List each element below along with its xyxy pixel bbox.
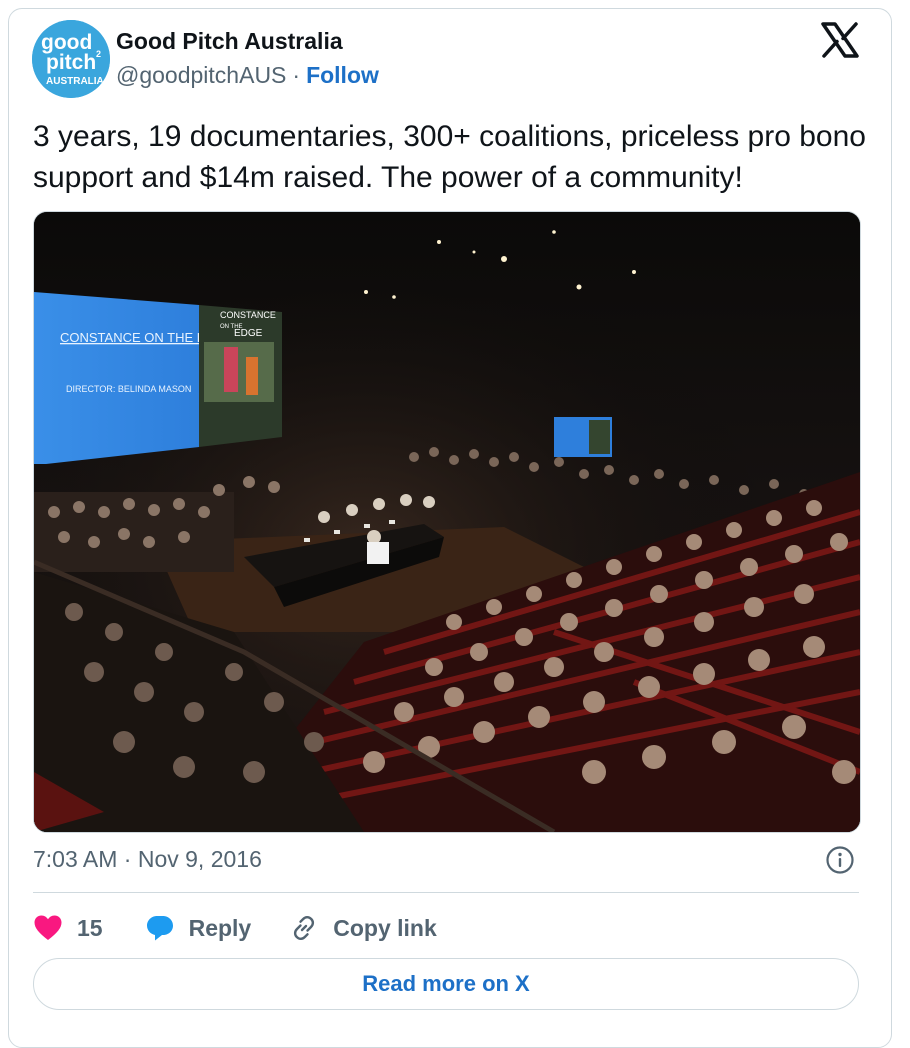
avatar-text-australia: AUSTRALIA [46, 76, 104, 87]
author-name[interactable]: Good Pitch Australia [116, 28, 343, 55]
tweet-time: 7:03 AM [33, 846, 118, 872]
tweet-photo[interactable]: CONSTANCE ON THE EDGE DIRECTOR: BELINDA … [33, 211, 861, 833]
divider [33, 892, 859, 893]
poster-title-line1: CONSTANCE [220, 310, 276, 320]
avatar-superscript: 2 [96, 49, 101, 59]
action-bar: 15 Reply Copy link [33, 908, 437, 948]
handle-separator: · [292, 62, 301, 88]
link-icon [294, 915, 315, 941]
reply-label: Reply [188, 914, 252, 941]
copy-link-button[interactable]: Copy link [289, 913, 437, 943]
timestamp-separator: · [123, 846, 132, 872]
follow-button[interactable]: Follow [306, 62, 379, 88]
heart-icon [34, 915, 62, 940]
like-button[interactable]: 15 [33, 914, 103, 942]
tweet-text: 3 years, 19 documentaries, 300+ coalitio… [33, 120, 866, 194]
poster-title-line3: EDGE [234, 328, 263, 339]
avatar[interactable]: good pitch 2 AUSTRALIA [32, 20, 110, 98]
reply-bubble-icon [146, 916, 173, 941]
tweet-date: Nov 9, 2016 [137, 846, 262, 872]
avatar-text-pitch: pitch [46, 51, 96, 74]
read-more-button[interactable]: Read more on X [33, 958, 859, 1010]
read-more-label: Read more on X [362, 971, 530, 996]
like-count: 15 [77, 914, 103, 941]
tweet-timestamp[interactable]: 7:03 AM · Nov 9, 2016 [33, 846, 262, 873]
screen-director: DIRECTOR: BELINDA MASON [66, 384, 191, 394]
author-handle[interactable]: @goodpitchAUS [116, 62, 286, 88]
info-icon[interactable] [825, 845, 855, 875]
reply-button[interactable]: Reply [145, 914, 252, 942]
copy-link-label: Copy link [333, 914, 437, 941]
author-handle-row: @goodpitchAUS · Follow [116, 62, 379, 89]
x-logo-icon[interactable] [820, 20, 860, 60]
